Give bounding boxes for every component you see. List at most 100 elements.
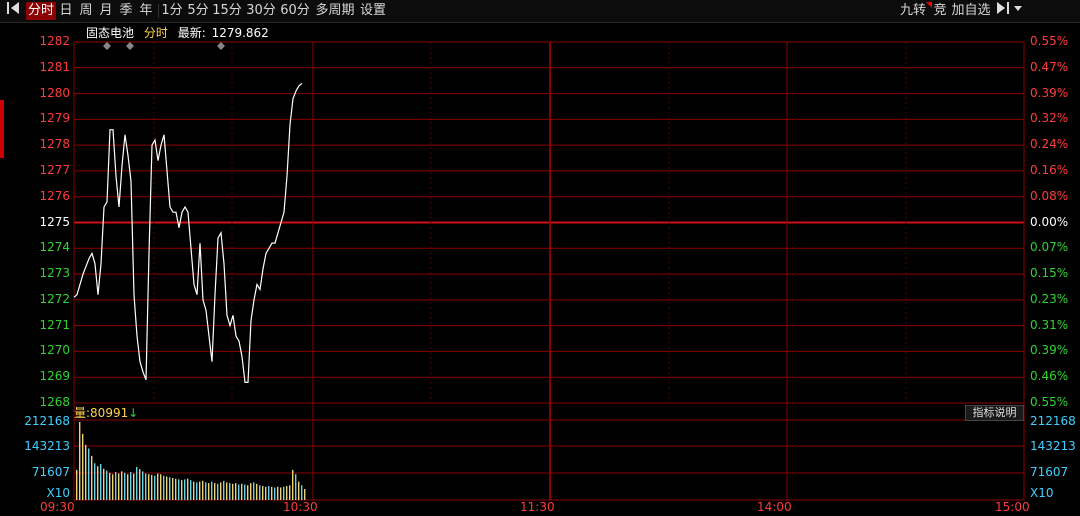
price-tick-label: 1270 (39, 343, 70, 358)
volume-bar (229, 483, 231, 500)
volume-tick-label: 212168 (24, 414, 70, 428)
volume-bar (193, 481, 195, 500)
volume-tick-label: 212168 (1030, 414, 1076, 428)
intraday-chart[interactable] (0, 0, 1080, 516)
price-tick-label: 1273 (39, 266, 70, 281)
volume-bar (151, 475, 153, 500)
percent-tick-label: 0.31% (1030, 317, 1069, 332)
percent-tick-label: 0.32% (1030, 111, 1069, 126)
event-marker-icon (126, 42, 134, 50)
volume-bar (172, 477, 174, 500)
percent-tick-label: 0.55% (1030, 395, 1069, 409)
volume-bar (232, 483, 234, 500)
volume-bar (286, 486, 288, 500)
volume-bar (175, 478, 177, 500)
volume-tick-label: 71607 (31, 465, 70, 479)
price-tick-label: 1277 (39, 162, 70, 177)
price-tick-label: 1271 (39, 317, 70, 332)
volume-bar (103, 468, 105, 500)
volume-bar (163, 475, 165, 500)
volume-bar (304, 488, 306, 500)
price-tick-label: 1268 (39, 395, 70, 409)
volume-bar (220, 482, 222, 500)
percent-tick-label: 0.24% (1030, 137, 1069, 152)
volume-bar (139, 469, 141, 500)
volume-bar (76, 469, 78, 500)
volume-bar (187, 478, 189, 500)
volume-bar (82, 433, 84, 500)
price-tick-label: 1282 (39, 34, 70, 48)
volume-tick-label: 143213 (1030, 439, 1076, 453)
volume-bar (85, 444, 87, 500)
price-tick-label: 1278 (39, 137, 70, 152)
volume-bar (148, 474, 150, 500)
volume-bar (289, 485, 291, 500)
time-tick-label: 14:00 (757, 500, 792, 514)
volume-bar (136, 466, 138, 500)
price-tick-label: 1275 (39, 214, 70, 229)
price-line (73, 82, 303, 383)
volume-info: 量:80991↓ (74, 404, 138, 421)
volume-bar (271, 486, 273, 500)
time-tick-label: 11:30 (520, 500, 555, 514)
percent-tick-label: 0.47% (1030, 59, 1069, 74)
volume-bar (142, 471, 144, 500)
percent-tick-label: 0.39% (1030, 85, 1069, 100)
percent-tick-label: 0.08% (1030, 188, 1069, 203)
volume-bar (154, 475, 156, 500)
percent-tick-label: 0.39% (1030, 343, 1069, 358)
indicator-help-button[interactable]: 指标说明 (965, 405, 1024, 421)
volume-bar (79, 422, 81, 500)
price-tick-label: 1280 (39, 85, 70, 100)
volume-arrow: ↓ (128, 406, 139, 420)
volume-bar (208, 483, 210, 500)
volume-bar (268, 486, 270, 500)
volume-bar (277, 486, 279, 500)
volume-tick-label: X10 (1030, 486, 1054, 500)
percent-tick-label: 0.23% (1030, 291, 1069, 306)
event-marker-icon (217, 42, 225, 50)
volume-bar (178, 479, 180, 500)
time-tick-label: 09:30 (40, 500, 75, 514)
time-tick-label: 15:00 (995, 500, 1030, 514)
volume-bar (298, 481, 300, 500)
volume-bar (124, 472, 126, 500)
volume-bar (202, 480, 204, 500)
volume-bar (262, 486, 264, 500)
volume-bar (88, 448, 90, 500)
volume-bar (109, 472, 111, 500)
price-tick-label: 1281 (39, 59, 70, 74)
volume-bar (205, 482, 207, 500)
volume-bar (211, 481, 213, 500)
volume-bar (133, 473, 135, 500)
volume-bar (97, 466, 99, 500)
price-tick-label: 1274 (39, 240, 70, 255)
volume-bar (247, 485, 249, 500)
volume-bar (217, 483, 219, 500)
volume-bar (253, 482, 255, 500)
volume-tick-label: 143213 (24, 439, 70, 453)
price-tick-label: 1269 (39, 369, 70, 384)
volume-bar (223, 480, 225, 500)
percent-tick-label: 0.15% (1030, 266, 1069, 281)
percent-tick-label: 0.46% (1030, 369, 1069, 384)
volume-bar (256, 483, 258, 500)
volume-bar (259, 485, 261, 500)
volume-bar (250, 483, 252, 500)
percent-tick-label: 0.55% (1030, 34, 1069, 48)
price-tick-label: 1276 (39, 188, 70, 203)
volume-bar (235, 483, 237, 500)
volume-bar (157, 473, 159, 500)
volume-bar (169, 477, 171, 500)
volume-bar (106, 470, 108, 500)
volume-bar (292, 469, 294, 500)
volume-bar (127, 474, 129, 500)
volume-bar (130, 472, 132, 500)
event-marker-icon (103, 42, 111, 50)
volume-bar (181, 480, 183, 500)
volume-bar (274, 487, 276, 500)
volume-bar (280, 487, 282, 500)
volume-bar (160, 474, 162, 500)
volume-bar (199, 481, 201, 500)
volume-tick-label: X10 (46, 486, 71, 500)
